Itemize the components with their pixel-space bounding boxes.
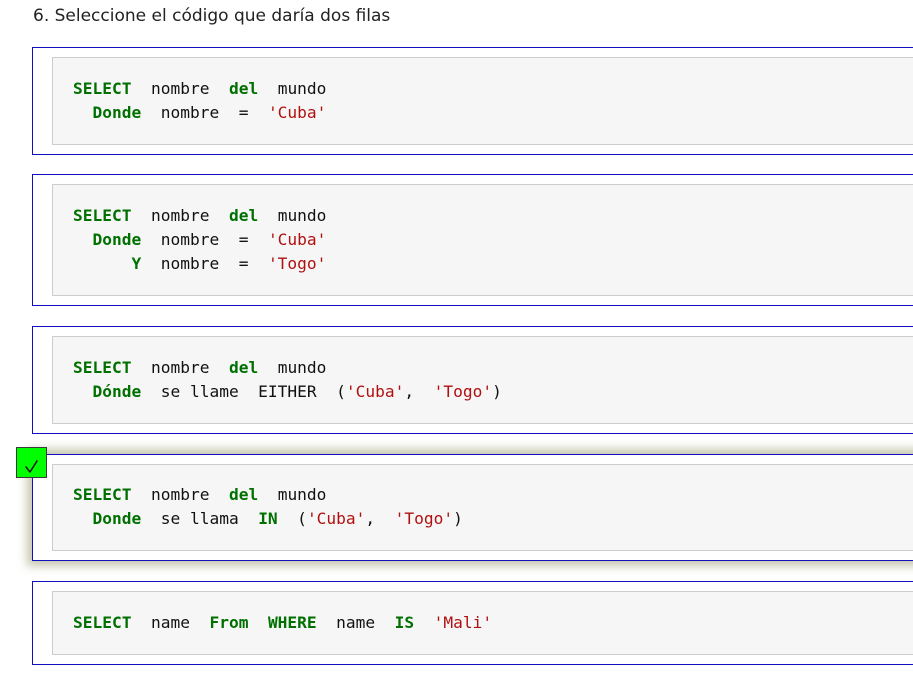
sql-text: mundo xyxy=(258,79,327,98)
sql-keyword: del xyxy=(228,358,259,377)
sql-keyword: del xyxy=(228,206,259,225)
sql-keyword: Donde xyxy=(92,229,142,249)
selected-answer-badge xyxy=(16,447,47,478)
code-block: SELECT nombre del mundo Donde nombre = '… xyxy=(52,184,913,296)
sql-text: ( xyxy=(277,508,307,528)
sql-string-literal: 'Togo' xyxy=(433,381,493,401)
code-block: SELECT nombre del mundo Donde se llama I… xyxy=(52,464,913,551)
sql-keyword: IN xyxy=(258,508,278,528)
sql-keyword: IS xyxy=(394,613,415,632)
sql-string-literal: 'Cuba' xyxy=(267,229,327,249)
sql-keyword: Dónde xyxy=(92,381,142,401)
code-block: SELECT name From WHERE name IS 'Mali' xyxy=(52,591,913,655)
sql-code: SELECT nombre del mundo Donde nombre = '… xyxy=(73,77,326,125)
code-line: SELECT nombre del mundo xyxy=(73,206,326,225)
code-line: SELECT nombre del mundo xyxy=(73,358,326,377)
sql-text: se llame EITHER ( xyxy=(141,381,346,401)
sql-keyword: del xyxy=(228,485,259,504)
code-block: SELECT nombre del mundo Donde nombre = '… xyxy=(52,57,913,145)
code-line: SELECT nombre del mundo xyxy=(73,485,326,504)
code-line: SELECT nombre del mundo xyxy=(73,79,326,98)
sql-string-literal: 'Mali' xyxy=(433,613,493,632)
sql-text: mundo xyxy=(258,485,327,504)
sql-text: ) xyxy=(492,381,502,401)
answer-option-2[interactable]: SELECT nombre del mundo Donde nombre = '… xyxy=(32,174,913,306)
sql-keyword: Donde xyxy=(92,102,142,122)
sql-text: nombre xyxy=(131,485,229,504)
sql-text: nombre xyxy=(131,358,229,377)
sql-keyword: WHERE xyxy=(267,613,317,632)
sql-text: nombre = xyxy=(141,229,268,249)
checkmark-icon xyxy=(25,460,38,473)
sql-text: ) xyxy=(453,508,463,528)
sql-string-literal: 'Cuba' xyxy=(345,381,405,401)
code-line: Donde se llama IN ('Cuba', 'Togo') xyxy=(73,509,463,528)
sql-keyword: Y xyxy=(131,253,142,273)
code-line: SELECT name From WHERE name IS 'Mali' xyxy=(73,613,492,632)
sql-string-literal: 'Togo' xyxy=(394,508,454,528)
sql-text: name xyxy=(316,613,395,632)
sql-text: nombre = xyxy=(141,253,268,273)
answer-option-4[interactable]: SELECT nombre del mundo Donde se llama I… xyxy=(32,454,913,561)
sql-keyword: SELECT xyxy=(73,79,132,98)
answer-option-5[interactable]: SELECT name From WHERE name IS 'Mali' xyxy=(32,581,913,665)
sql-keyword: From xyxy=(209,613,249,632)
sql-keyword: SELECT xyxy=(73,206,132,225)
code-line: Dónde se llame EITHER ('Cuba', 'Togo') xyxy=(73,382,502,401)
sql-text: , xyxy=(404,381,434,401)
sql-text: mundo xyxy=(258,206,327,225)
sql-keyword: SELECT xyxy=(73,358,132,377)
code-line: Donde nombre = 'Cuba' xyxy=(73,102,327,122)
sql-string-literal: 'Togo' xyxy=(267,253,327,273)
code-line: Y nombre = 'Togo' xyxy=(73,254,326,273)
question-title: 6. Seleccione el código que daría dos fi… xyxy=(33,6,391,26)
sql-keyword: SELECT xyxy=(73,613,132,632)
sql-keyword: del xyxy=(228,79,259,98)
sql-keyword: SELECT xyxy=(73,485,132,504)
sql-text: name xyxy=(131,613,210,632)
sql-text: nombre = xyxy=(141,102,268,122)
sql-text: se llama xyxy=(141,508,259,528)
sql-code: SELECT name From WHERE name IS 'Mali' xyxy=(73,611,492,635)
sql-text: nombre xyxy=(131,206,229,225)
sql-code: SELECT nombre del mundo Donde se llama I… xyxy=(73,483,463,531)
code-line: Donde nombre = 'Cuba' xyxy=(73,229,327,249)
sql-keyword: Donde xyxy=(92,508,142,528)
answer-option-1[interactable]: SELECT nombre del mundo Donde nombre = '… xyxy=(32,47,913,155)
sql-string-literal: 'Cuba' xyxy=(306,508,366,528)
sql-text: mundo xyxy=(258,358,327,377)
sql-text: , xyxy=(365,508,395,528)
sql-string-literal: 'Cuba' xyxy=(267,102,327,122)
answer-option-3[interactable]: SELECT nombre del mundo Dónde se llame E… xyxy=(32,326,913,434)
sql-code: SELECT nombre del mundo Dónde se llame E… xyxy=(73,356,502,404)
sql-text: nombre xyxy=(131,79,229,98)
code-block: SELECT nombre del mundo Dónde se llame E… xyxy=(52,336,913,424)
sql-code: SELECT nombre del mundo Donde nombre = '… xyxy=(73,204,326,275)
